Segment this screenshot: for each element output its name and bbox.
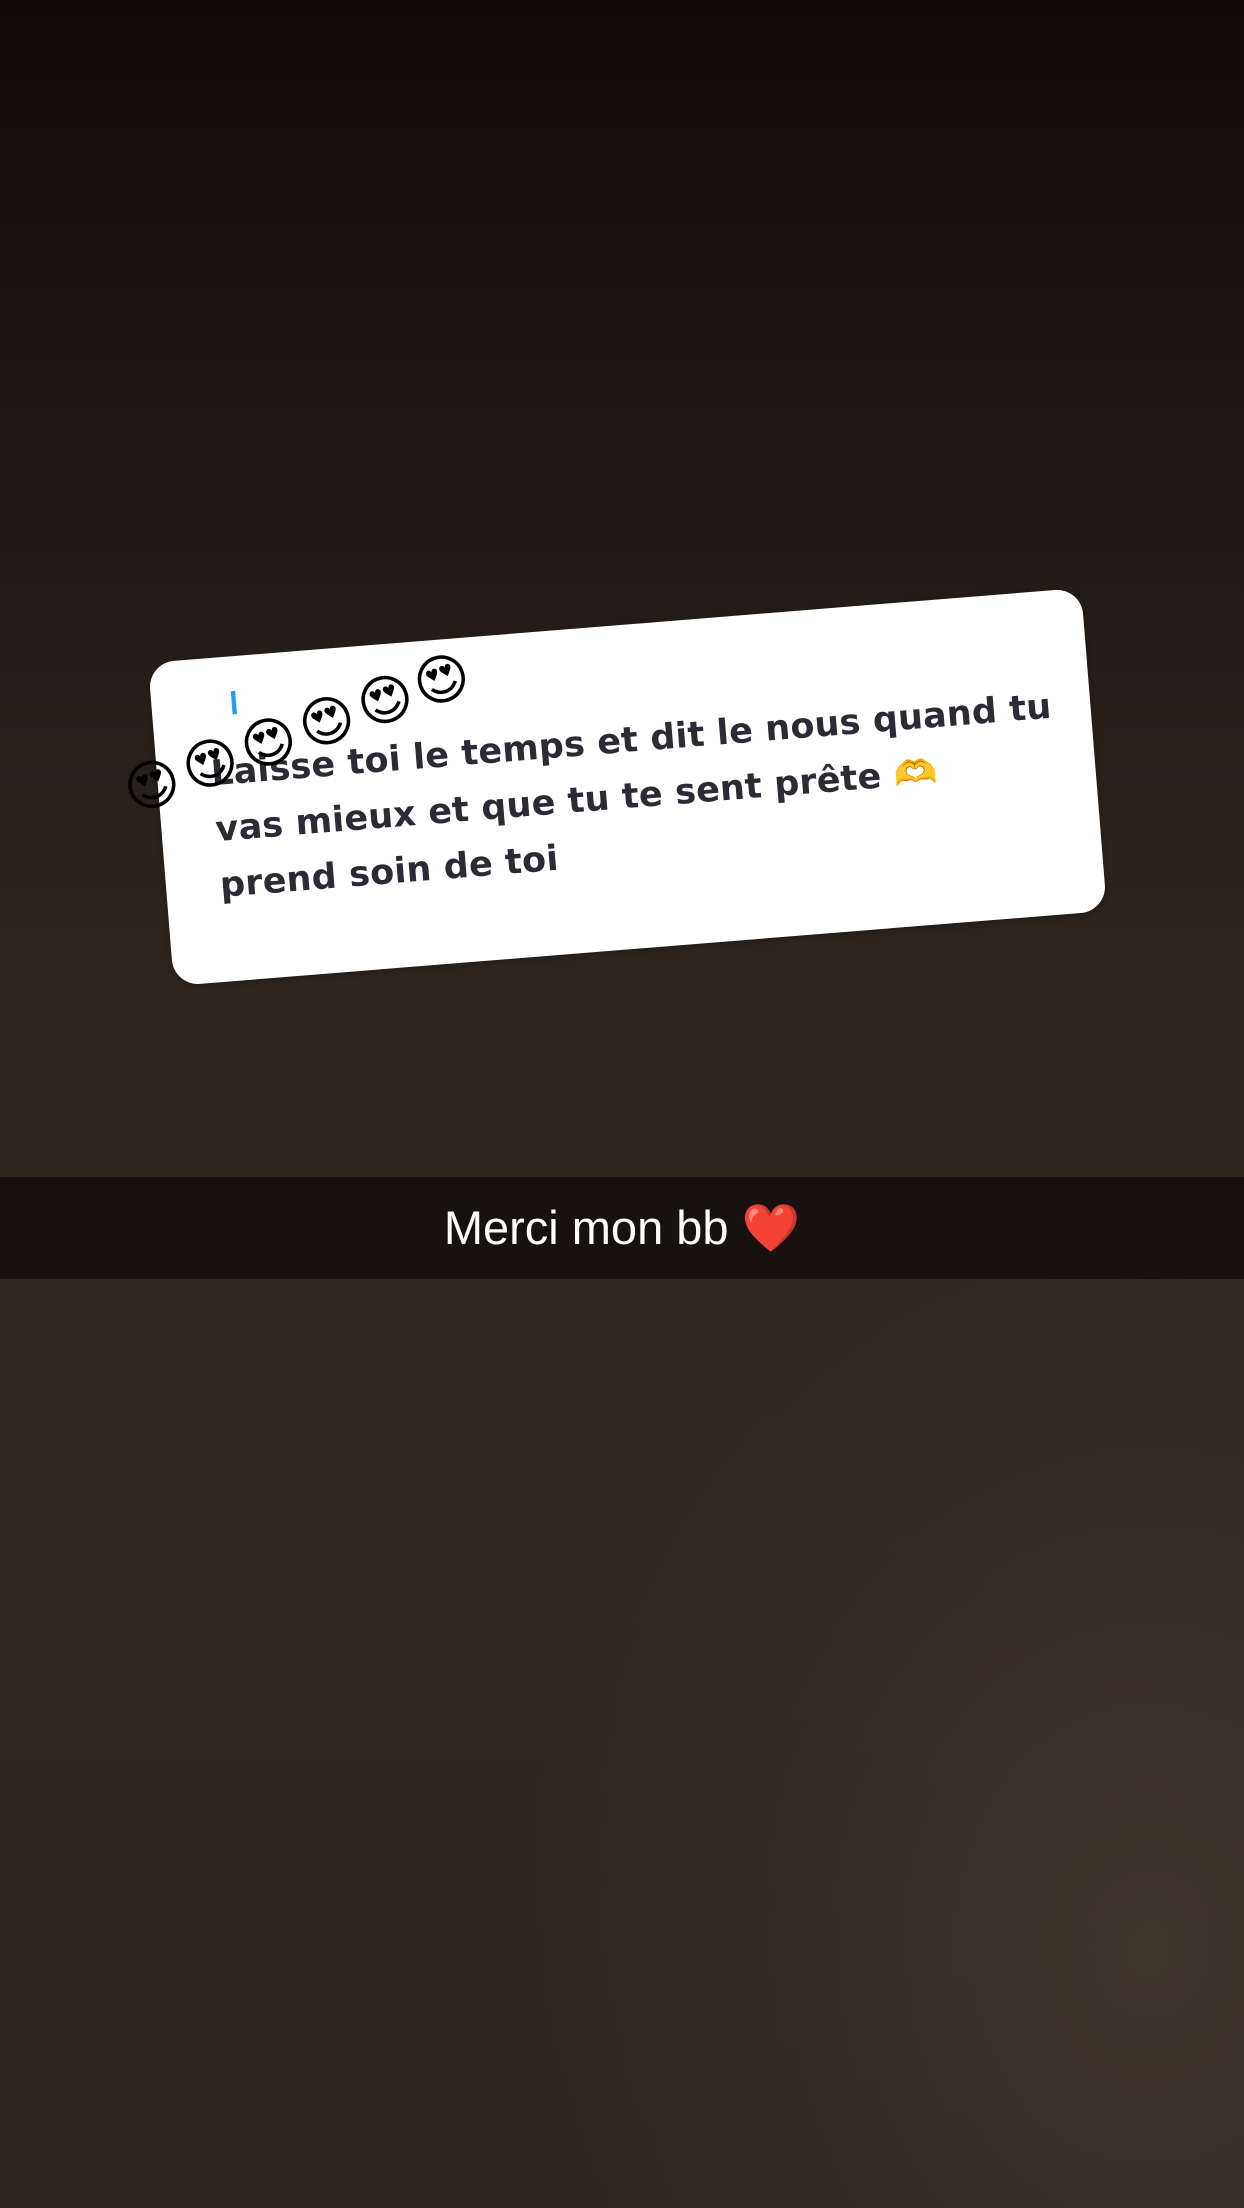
caption-text: Merci mon bb ❤️ bbox=[443, 1201, 801, 1254]
reply-author-name: l bbox=[228, 685, 240, 721]
caption-bar[interactable]: Merci mon bb ❤️ bbox=[0, 1177, 1244, 1279]
